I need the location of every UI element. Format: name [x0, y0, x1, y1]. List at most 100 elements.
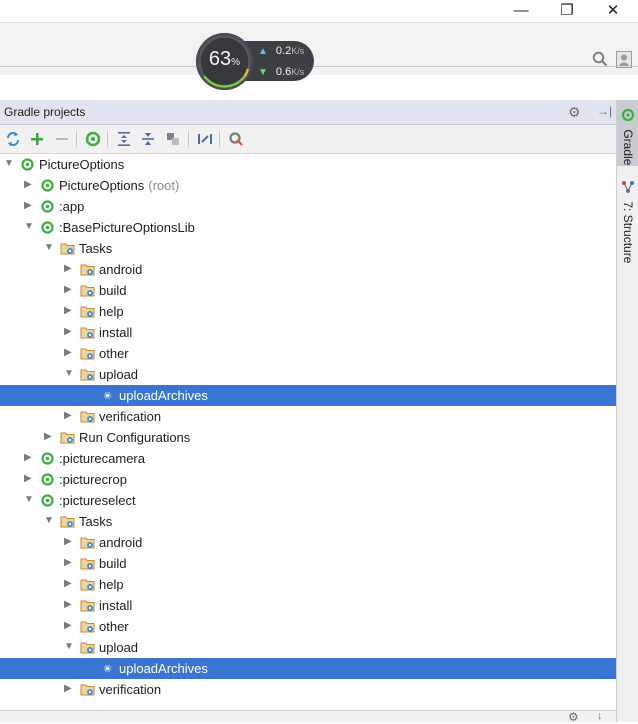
tree-row[interactable]: ▼ Tasks	[0, 238, 616, 259]
tree-row[interactable]: ▶ android	[0, 532, 616, 553]
tree-row[interactable]: ▶:picturecamera	[0, 448, 616, 469]
hide-panel-icon[interactable]: →|	[597, 104, 612, 118]
gradle-module-icon	[40, 178, 55, 193]
expand-arrow-icon[interactable]: ▶	[24, 201, 34, 211]
tree-row[interactable]: ▶:app	[0, 196, 616, 217]
tree-row-label: other	[99, 346, 129, 361]
tree-node-name: PictureOptions	[59, 178, 145, 193]
expand-arrow-icon[interactable]: ▶	[24, 180, 34, 190]
expand-arrow-icon[interactable]: ▶	[24, 474, 34, 484]
search-icon[interactable]	[592, 51, 608, 67]
tree-node-name: build	[99, 556, 127, 571]
tree-row-label: build	[99, 556, 126, 571]
tree-node-name: uploadArchives	[119, 661, 208, 676]
tree-row[interactable]: ▶ install	[0, 595, 616, 616]
expand-arrow-icon[interactable]: ▶	[64, 537, 74, 547]
tree-row[interactable]: ▶ android	[0, 259, 616, 280]
tree-row-label: PictureOptions	[39, 157, 124, 172]
expand-arrow-icon[interactable]: ▶	[24, 453, 34, 463]
toggle-offline-icon[interactable]	[196, 130, 214, 148]
tree-row[interactable]: ▶ build	[0, 553, 616, 574]
tree-row[interactable]: uploadArchives	[0, 385, 616, 406]
group-modules-icon[interactable]	[164, 130, 182, 148]
tree-node-name: other	[99, 346, 129, 361]
tree-node-name: :picturecrop	[59, 472, 127, 487]
collapse-arrow-icon[interactable]: ▼	[44, 516, 54, 526]
tree-node-name: build	[99, 283, 127, 298]
tree-row[interactable]: ▼:pictureselect	[0, 490, 616, 511]
refresh-icon[interactable]	[4, 130, 22, 148]
expand-arrow-icon[interactable]: ▶	[64, 306, 74, 316]
tree-row[interactable]: ▶ other	[0, 343, 616, 364]
tree-row-label: verification	[99, 682, 161, 697]
collapse-arrow-icon[interactable]: ▼	[44, 243, 54, 253]
tree-row[interactable]: ▶ build	[0, 280, 616, 301]
structure-tab-label: 7: Structure	[621, 201, 635, 264]
execute-task-icon[interactable]	[84, 130, 102, 148]
tree-row[interactable]: ▼ :BasePictureOptionsLib	[0, 217, 616, 238]
tree-row[interactable]: ▶ PictureOptions (root)	[0, 175, 616, 196]
expand-arrow-icon[interactable]: ▶	[64, 621, 74, 631]
add-icon[interactable]	[28, 130, 46, 148]
minimize-down-icon[interactable]: ↓	[597, 710, 603, 722]
tree-row[interactable]: ▼ upload	[0, 364, 616, 385]
minimize-button[interactable]: —	[498, 0, 544, 22]
tree-row[interactable]: ▶ :picturecrop	[0, 469, 616, 490]
tree-row[interactable]: ▶ help	[0, 301, 616, 322]
collapse-arrow-icon[interactable]: ▼	[4, 159, 14, 169]
tree-row-label: PictureOptions (root)	[59, 178, 179, 193]
expand-arrow-icon[interactable]: ▶	[64, 684, 74, 694]
tree-row-label: build	[99, 283, 126, 298]
expand-arrow-icon[interactable]: ▶	[64, 264, 74, 274]
collapse-all-icon[interactable]	[139, 130, 157, 148]
tree-row-label: other	[99, 619, 129, 634]
tree-row-label: :picturecrop	[59, 472, 127, 487]
expand-arrow-icon[interactable]: ▶	[64, 285, 74, 295]
tree-row-label: android	[99, 535, 142, 550]
structure-tool-tab[interactable]: 7: Structure	[617, 178, 638, 268]
network-speed-widget[interactable]: 63% ▲ 0.2K/s ▼ 0.6K/s	[196, 33, 316, 90]
expand-arrow-icon[interactable]: ▶	[64, 348, 74, 358]
tree-row-label: Run Configurations	[79, 430, 190, 445]
tree-row-label: verification	[99, 409, 161, 424]
expand-arrow-icon[interactable]: ▶	[64, 327, 74, 337]
collapse-arrow-icon[interactable]: ▼	[64, 369, 74, 379]
close-button[interactable]: ✕	[590, 0, 636, 22]
tree-row[interactable]: ▶ other	[0, 616, 616, 637]
tree-row[interactable]: ▶ install	[0, 322, 616, 343]
tree-row[interactable]: ▼ PictureOptions	[0, 154, 616, 175]
tree-row[interactable]: ▶ verification	[0, 679, 616, 700]
tree-row[interactable]: uploadArchives	[0, 658, 616, 679]
task-folder-icon	[80, 619, 95, 634]
gradle-tool-tab[interactable]: Gradle	[617, 100, 638, 166]
expand-arrow-icon[interactable]: ▶	[64, 579, 74, 589]
tree-node-name: PictureOptions	[39, 157, 125, 172]
collapse-arrow-icon[interactable]: ▼	[24, 222, 34, 232]
tree-node-name: :BasePictureOptionsLib	[59, 220, 195, 235]
tree-row[interactable]: ▼ Tasks	[0, 511, 616, 532]
gradle-tab-label: Gradle	[621, 129, 635, 166]
tree-row[interactable]: ▶ help	[0, 574, 616, 595]
tree-node-name: Run Configurations	[79, 430, 191, 445]
maximize-button[interactable]: ❐	[544, 0, 590, 22]
tree-row[interactable]: ▶ Run Configurations	[0, 427, 616, 448]
remove-icon[interactable]	[53, 130, 71, 148]
panel-settings-gear-icon[interactable]: ⚙	[568, 104, 581, 121]
tree-row[interactable]: ▼ upload	[0, 637, 616, 658]
task-folder-icon	[60, 430, 75, 445]
tree-row[interactable]: ▶ verification	[0, 406, 616, 427]
collapse-arrow-icon[interactable]: ▼	[24, 495, 34, 505]
collapse-arrow-icon[interactable]: ▼	[64, 642, 74, 652]
expand-arrow-icon[interactable]: ▶	[64, 411, 74, 421]
task-folder-icon	[80, 577, 95, 592]
gradle-module-icon	[40, 493, 55, 508]
user-icon[interactable]	[616, 51, 632, 68]
bottom-tool-bar: ⚙ ↓	[0, 710, 616, 724]
expand-all-icon[interactable]	[115, 130, 133, 148]
tree-node-name: android	[99, 535, 143, 550]
expand-arrow-icon[interactable]: ▶	[64, 600, 74, 610]
gradle-settings-icon[interactable]	[227, 130, 245, 148]
expand-arrow-icon[interactable]: ▶	[64, 558, 74, 568]
tree-row-label: install	[99, 325, 132, 340]
expand-arrow-icon[interactable]: ▶	[44, 432, 54, 442]
